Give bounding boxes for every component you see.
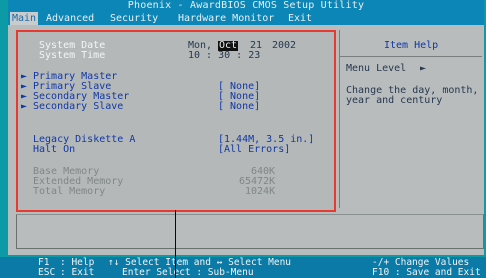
save-exit-hint: F10 : Save and Exit <box>372 267 481 278</box>
menu-hardware-monitor[interactable]: Hardware Monitor <box>176 12 276 25</box>
arrow-right-icon: ► <box>21 101 28 112</box>
bottom-empty-frame <box>16 214 484 249</box>
system-date-year[interactable]: 2002 <box>272 41 296 51</box>
system-time-label[interactable]: System Time <box>39 51 105 61</box>
menu-advanced[interactable]: Advanced <box>44 12 96 25</box>
total-memory-label: Total Memory <box>33 186 106 197</box>
total-memory-value: 1024K <box>245 186 276 197</box>
secondary-slave-value: [ None] <box>218 101 261 112</box>
enter-submenu-hint: Enter Select : Sub-Menu <box>122 267 254 278</box>
main-settings-panel: System Date Mon, Oct 21 2002 System Time… <box>16 30 336 212</box>
bios-window: Phoenix - AwardBIOS CMOS Setup Utility M… <box>8 0 484 255</box>
item-help-title: Item Help <box>384 40 439 51</box>
menu-bar: Main Advanced Security Hardware Monitor … <box>8 12 484 25</box>
halt-on-value[interactable]: [All Errors] <box>218 145 290 155</box>
menu-security[interactable]: Security <box>108 12 160 25</box>
annotation-pointer-line <box>175 210 176 278</box>
window-title: Phoenix - AwardBIOS CMOS Setup Utility <box>8 0 484 12</box>
esc-exit-label: : Exit <box>60 267 95 278</box>
secondary-slave-label[interactable]: Secondary Slave <box>33 102 123 112</box>
menu-main[interactable]: Main <box>10 12 39 25</box>
help-divider <box>339 56 482 57</box>
help-text-line2: year and century <box>346 95 443 106</box>
key-legend-bar: F1 : Help ESC : Exit ↑↓ Select Item and … <box>0 257 486 278</box>
bios-screen: Phoenix - AwardBIOS CMOS Setup Utility M… <box>0 0 486 257</box>
esc-key: ESC <box>38 267 56 278</box>
menu-level-label: Menu Level <box>346 63 407 74</box>
arrow-right-icon: ► <box>420 63 427 74</box>
halt-on-label[interactable]: Halt On <box>33 145 75 155</box>
system-time-value[interactable]: 10 : 30 : 23 <box>188 51 260 61</box>
menu-exit[interactable]: Exit <box>286 12 314 25</box>
